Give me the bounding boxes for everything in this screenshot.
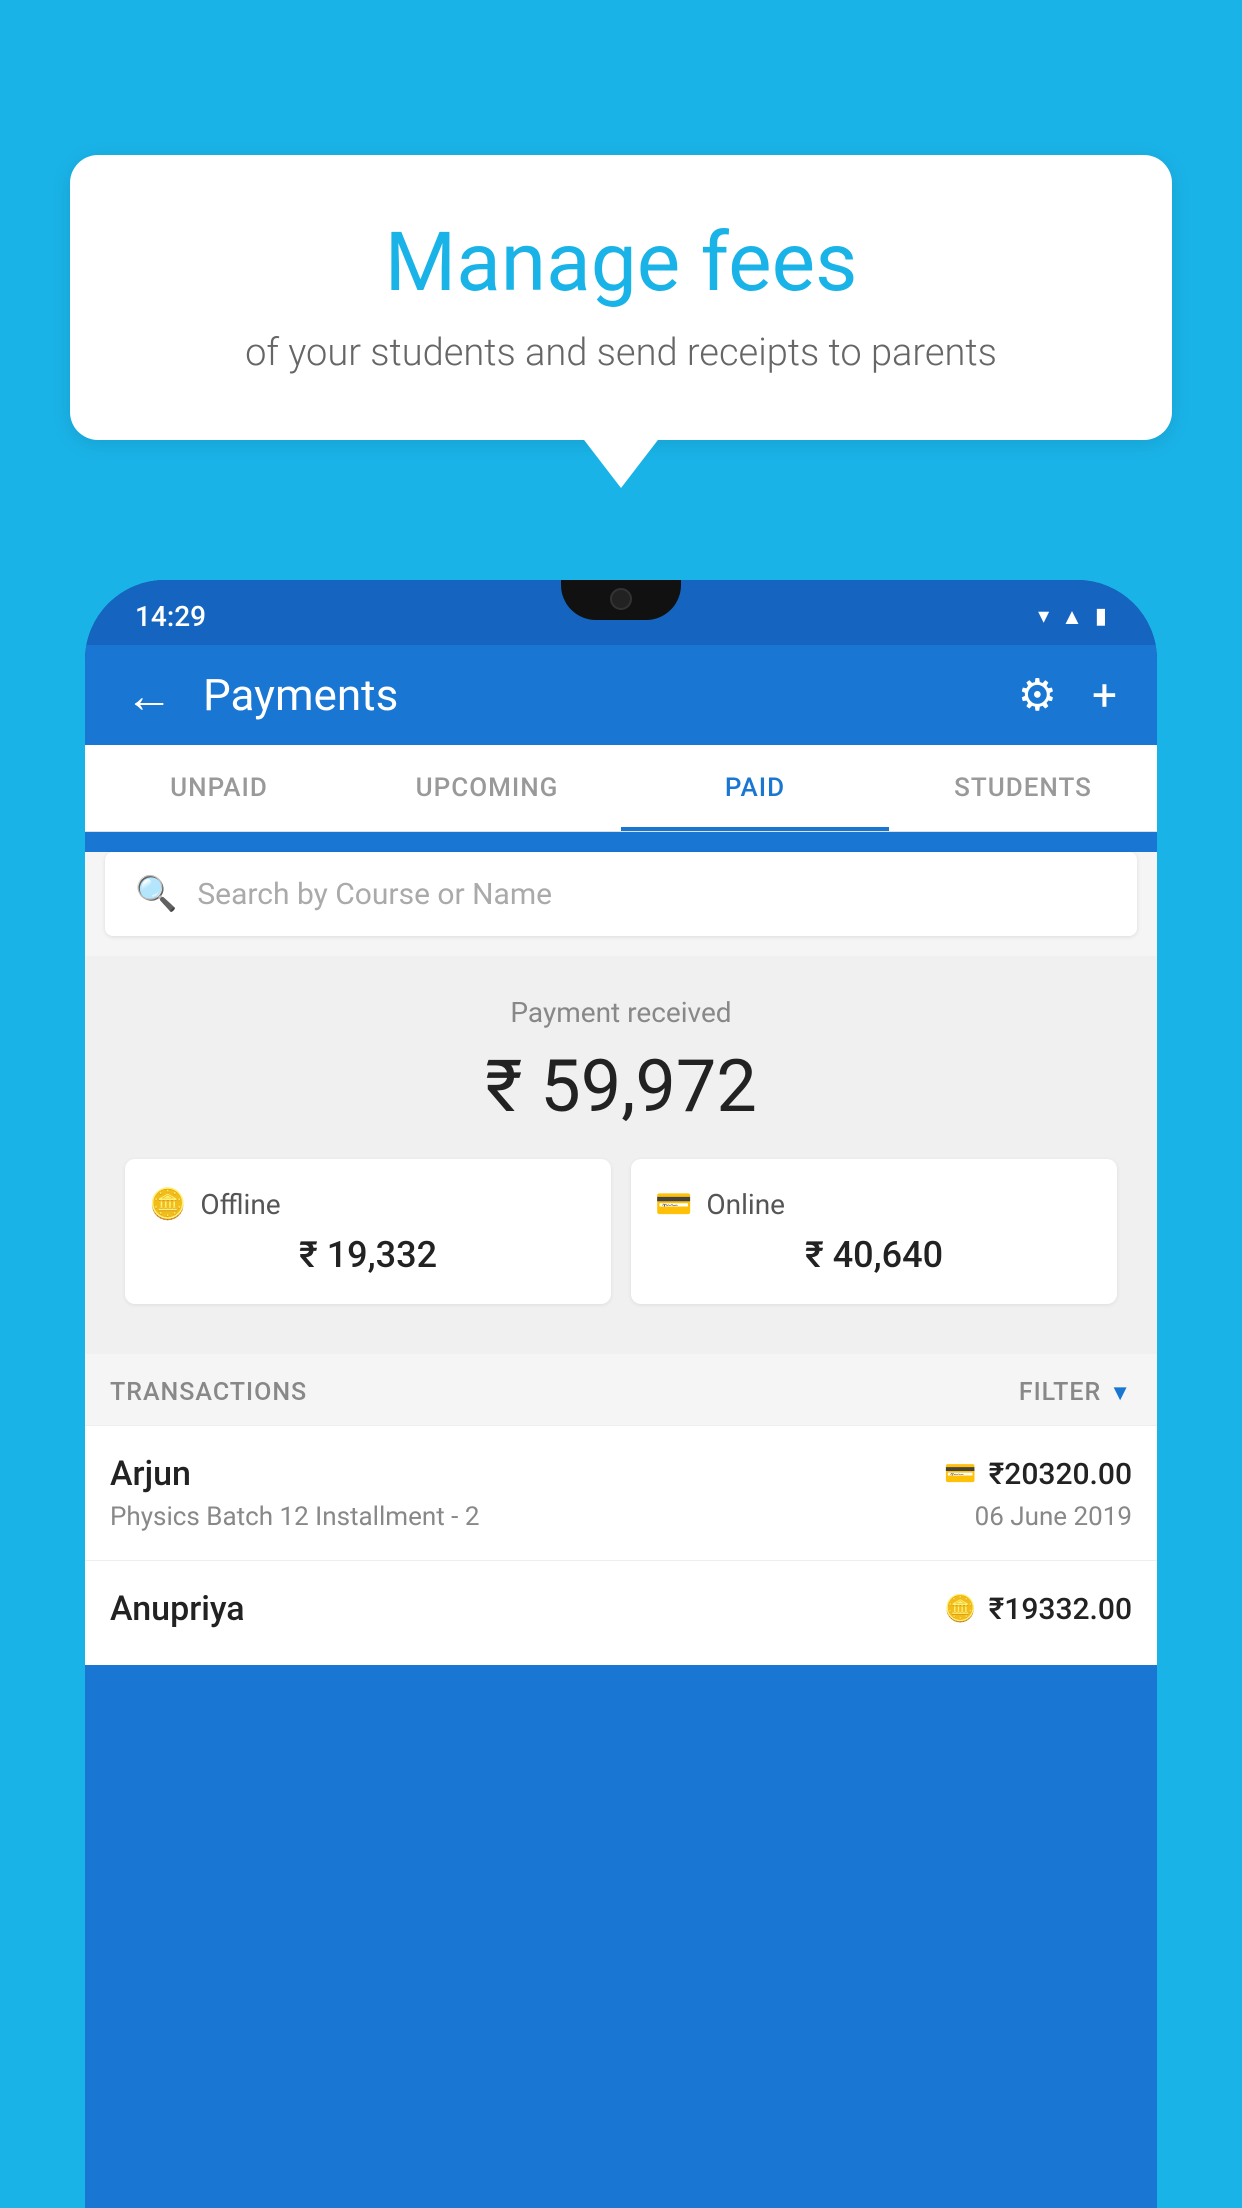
status-time: 14:29 <box>135 600 206 633</box>
transaction-name-anupriya: Anupriya <box>110 1589 245 1629</box>
speech-bubble: Manage fees of your students and send re… <box>70 155 1172 440</box>
notch <box>561 580 681 620</box>
search-icon: 🔍 <box>135 874 177 914</box>
online-payment-icon: 💳 <box>944 1459 976 1489</box>
online-amount: ₹ 40,640 <box>655 1234 1093 1276</box>
camera <box>610 588 632 610</box>
back-button[interactable]: ← <box>125 667 173 724</box>
transactions-label: TRANSACTIONS <box>110 1378 307 1407</box>
filter-icon: ▼ <box>1109 1380 1132 1406</box>
transaction-course-arjun: Physics Batch 12 Installment - 2 <box>110 1502 479 1532</box>
payment-received-amount: ₹ 59,972 <box>105 1044 1137 1129</box>
battery-icon: ▮ <box>1095 604 1107 629</box>
transaction-date-arjun: 06 June 2019 <box>975 1502 1132 1532</box>
offline-payment-icon-2: 🪙 <box>944 1594 976 1624</box>
transaction-amount-anupriya: ₹19332.00 <box>989 1592 1132 1627</box>
transaction-bottom-arjun: Physics Batch 12 Installment - 2 06 June… <box>110 1502 1132 1532</box>
offline-icon: 🪙 <box>149 1187 186 1222</box>
transaction-row-anupriya[interactable]: Anupriya 🪙 ₹19332.00 <box>85 1560 1157 1665</box>
phone-screen: 14:29 ▾ ▲ ▮ ← Payments ⚙ + UNPAID <box>85 580 1157 2208</box>
add-icon[interactable]: + <box>1092 669 1117 721</box>
app-bar: ← Payments ⚙ + <box>85 645 1157 745</box>
transaction-amount-row-arjun: 💳 ₹20320.00 <box>944 1457 1132 1492</box>
tab-upcoming[interactable]: UPCOMING <box>353 745 621 831</box>
transaction-name-arjun: Arjun <box>110 1454 191 1494</box>
payment-received-section: Payment received ₹ 59,972 🪙 Offline ₹ 19… <box>85 956 1157 1354</box>
transaction-top-anupriya: Anupriya 🪙 ₹19332.00 <box>110 1589 1132 1629</box>
offline-payment-card: 🪙 Offline ₹ 19,332 <box>125 1159 611 1304</box>
phone-frame: 14:29 ▾ ▲ ▮ ← Payments ⚙ + UNPAID <box>85 580 1157 2208</box>
phone-container: 14:29 ▾ ▲ ▮ ← Payments ⚙ + UNPAID <box>85 580 1157 2208</box>
transaction-top-arjun: Arjun 💳 ₹20320.00 <box>110 1454 1132 1494</box>
search-bar[interactable]: 🔍 Search by Course or Name <box>105 852 1137 936</box>
transaction-row-arjun[interactable]: Arjun 💳 ₹20320.00 Physics Batch 12 Insta… <box>85 1425 1157 1560</box>
manage-fees-title: Manage fees <box>150 215 1092 311</box>
app-title: Payments <box>203 669 1018 721</box>
offline-card-header: 🪙 Offline <box>149 1187 587 1222</box>
app-bar-actions: ⚙ + <box>1018 669 1117 721</box>
tab-paid[interactable]: PAID <box>621 745 889 831</box>
filter-button[interactable]: FILTER ▼ <box>1019 1378 1132 1407</box>
transaction-amount-row-anupriya: 🪙 ₹19332.00 <box>944 1592 1132 1627</box>
speech-bubble-container: Manage fees of your students and send re… <box>70 155 1172 440</box>
tabs-container: UNPAID UPCOMING PAID STUDENTS <box>85 745 1157 832</box>
transaction-amount-arjun: ₹20320.00 <box>989 1457 1132 1492</box>
online-icon: 💳 <box>655 1187 692 1222</box>
offline-label: Offline <box>200 1188 280 1221</box>
transactions-header: TRANSACTIONS FILTER ▼ <box>85 1354 1157 1425</box>
payment-cards-row: 🪙 Offline ₹ 19,332 💳 Online ₹ 40,640 <box>125 1159 1117 1304</box>
wifi-icon: ▾ <box>1038 604 1049 629</box>
status-icons: ▾ ▲ ▮ <box>1038 604 1107 630</box>
online-label: Online <box>706 1188 785 1221</box>
online-card-header: 💳 Online <box>655 1187 1093 1222</box>
tab-students[interactable]: STUDENTS <box>889 745 1157 831</box>
online-payment-card: 💳 Online ₹ 40,640 <box>631 1159 1117 1304</box>
content-area: 🔍 Search by Course or Name Payment recei… <box>85 852 1157 1665</box>
signal-icon: ▲ <box>1061 604 1083 630</box>
search-input[interactable]: Search by Course or Name <box>197 877 552 912</box>
settings-icon[interactable]: ⚙ <box>1018 669 1057 721</box>
manage-fees-subtitle: of your students and send receipts to pa… <box>150 331 1092 375</box>
tab-unpaid[interactable]: UNPAID <box>85 745 353 831</box>
payment-received-label: Payment received <box>105 996 1137 1029</box>
offline-amount: ₹ 19,332 <box>149 1234 587 1276</box>
